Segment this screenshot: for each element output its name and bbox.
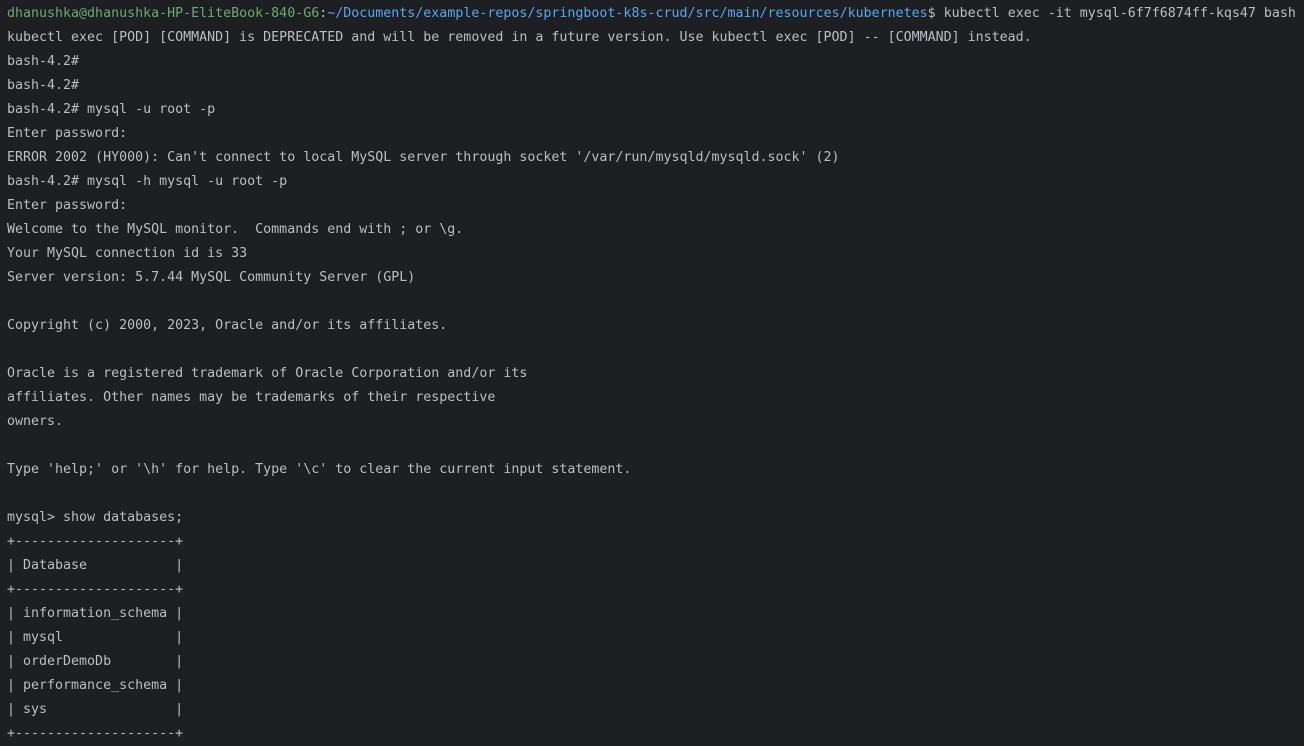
output-line-copyright: Copyright (c) 2000, 2023, Oracle and/or … bbox=[7, 318, 448, 333]
table-border: +--------------------+ bbox=[7, 582, 184, 597]
output-line-help: Type 'help;' or '\h' for help. Type '\c'… bbox=[7, 462, 632, 477]
output-line-bash-prompt: bash-4.2# bbox=[7, 54, 80, 69]
output-line-trademark: owners. bbox=[7, 414, 64, 429]
table-border: +--------------------+ bbox=[7, 534, 184, 549]
table-row: | information_schema | bbox=[7, 606, 184, 621]
output-line-mysql-command: bash-4.2# mysql -u root -p bbox=[7, 102, 216, 117]
output-line-error: ERROR 2002 (HY000): Can't connect to loc… bbox=[7, 150, 840, 165]
output-line-trademark: Oracle is a registered trademark of Orac… bbox=[7, 366, 528, 381]
output-line-mysql-query: mysql> show databases; bbox=[7, 510, 184, 525]
prompt-command: kubectl exec -it mysql-6f7f6874ff-kqs47 … bbox=[943, 6, 1296, 21]
prompt-path: ~/Documents/example-repos/springboot-k8s… bbox=[327, 6, 928, 21]
terminal-window[interactable]: dhanushka@dhanushka-HP-EliteBook-840-G6:… bbox=[0, 0, 1304, 746]
output-line-deprecation-warning: kubectl exec [POD] [COMMAND] is DEPRECAT… bbox=[7, 30, 1032, 45]
output-line-enter-password: Enter password: bbox=[7, 198, 128, 213]
output-line-server-version: Server version: 5.7.44 MySQL Community S… bbox=[7, 270, 416, 285]
output-line-mysql-command: bash-4.2# mysql -h mysql -u root -p bbox=[7, 174, 288, 189]
shell-prompt-line: dhanushka@dhanushka-HP-EliteBook-840-G6:… bbox=[7, 2, 1304, 26]
output-line-blank bbox=[7, 434, 1304, 458]
prompt-user-host: dhanushka@dhanushka-HP-EliteBook-840-G6 bbox=[7, 6, 320, 21]
prompt-symbol: $ bbox=[927, 6, 944, 21]
table-row: | orderDemoDb | bbox=[7, 654, 184, 669]
output-line-welcome: Welcome to the MySQL monitor. Commands e… bbox=[7, 222, 464, 237]
output-line-enter-password: Enter password: bbox=[7, 126, 128, 141]
output-line-bash-prompt: bash-4.2# bbox=[7, 78, 80, 93]
table-row: | performance_schema | bbox=[7, 678, 184, 693]
table-row: | sys | bbox=[7, 702, 184, 717]
output-line-blank bbox=[7, 482, 1304, 506]
output-line-trademark: affiliates. Other names may be trademark… bbox=[7, 390, 496, 405]
output-line-connection-id: Your MySQL connection id is 33 bbox=[7, 246, 248, 261]
output-line-blank bbox=[7, 338, 1304, 362]
table-border: +--------------------+ bbox=[7, 726, 184, 741]
table-row: | mysql | bbox=[7, 630, 184, 645]
table-header: | Database | bbox=[7, 558, 184, 573]
output-line-blank bbox=[7, 290, 1304, 314]
